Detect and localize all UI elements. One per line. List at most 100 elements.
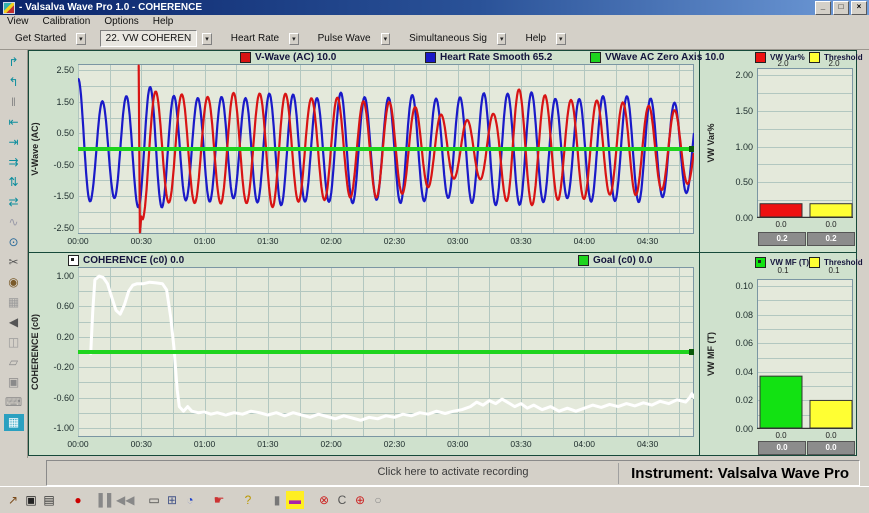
timer-icon[interactable]: ◔ <box>181 491 199 509</box>
window-controls: _□× <box>815 1 867 15</box>
flow-icon[interactable]: ⇉ <box>4 154 24 171</box>
minimize-button[interactable]: _ <box>815 1 831 15</box>
vwave-chart-panel <box>29 51 699 252</box>
hand-pointer-icon[interactable]: ☛ <box>210 491 228 509</box>
vw-var-bar-panel <box>700 51 856 252</box>
valve-left-icon[interactable]: ⇤ <box>4 114 24 131</box>
toolbar-button-22-vw-coheren[interactable]: 22. VW COHEREN ▾ <box>100 30 212 47</box>
legend-label: VW MF (T) <box>770 258 809 267</box>
legend-swatch <box>425 52 436 63</box>
circle-icon[interactable]: ○ <box>369 491 387 509</box>
legend-label: V-Wave (AC) 10.0 <box>255 52 336 63</box>
legend-label: VW Var% <box>770 53 805 62</box>
legend-threshold[interactable]: Threshold <box>809 257 863 268</box>
legend-v-wave-ac[interactable]: V-Wave (AC) 10.0 <box>240 52 336 63</box>
toolbar-button-label: 22. VW COHEREN <box>100 30 198 47</box>
layers-icon[interactable]: ▱ <box>4 354 24 371</box>
app-icon <box>3 2 15 14</box>
toolbar-button-help[interactable]: Help ▾ <box>520 30 565 47</box>
valve-right-icon[interactable]: ⇥ <box>4 134 24 151</box>
menu-item-calibration[interactable]: Calibration <box>36 16 98 27</box>
restore-button[interactable]: □ <box>833 1 849 15</box>
disk-icon[interactable]: ▣ <box>4 374 24 391</box>
menu-bar: ViewCalibrationOptionsHelp <box>0 15 869 28</box>
toolbar-button-heart-rate[interactable]: Heart Rate▾ <box>226 30 299 47</box>
battery-icon[interactable]: ▬ <box>286 491 304 509</box>
legend-coherence-c0[interactable]: COHERENCE (c0) 0.0 <box>68 255 184 266</box>
frames-icon[interactable]: ◫ <box>4 334 24 351</box>
toolbar: Get Started▾22. VW COHEREN▾Heart Rate▾Pu… <box>0 28 869 50</box>
help-icon[interactable]: ? <box>239 491 257 509</box>
menu-item-options[interactable]: Options <box>97 16 145 27</box>
chevron-down-icon[interactable]: ▾ <box>289 33 299 45</box>
coherence-chart-panel <box>29 253 699 455</box>
signal-swap-icon[interactable]: ⇅ <box>4 174 24 191</box>
microphone-icon[interactable]: ▮ <box>268 491 286 509</box>
monitor-icon[interactable]: ▭ <box>145 491 163 509</box>
title-bar: - Valsalva Wave Pro 1.0 - COHERENCE _□× <box>0 0 869 15</box>
save-icon[interactable]: ▣ <box>22 491 40 509</box>
chevron-down-icon[interactable]: ▾ <box>381 33 391 45</box>
rewind-icon[interactable]: ◀◀ <box>116 491 134 509</box>
toolbar-button-get-started[interactable]: Get Started ▾ <box>10 30 86 47</box>
status-bar: Click here to activate recording Instrum… <box>0 458 869 486</box>
speaker-icon[interactable]: ◀ <box>4 314 24 331</box>
charts-area <box>28 50 857 456</box>
toolbar-button-label: Help <box>520 31 551 46</box>
legend-label: Threshold <box>824 53 863 62</box>
legend-swatch <box>590 52 601 63</box>
record-icon[interactable]: ● <box>69 491 87 509</box>
toolbar-button-pulse-wave[interactable]: Pulse Wave ▾ <box>313 30 391 47</box>
wave-icon[interactable]: ∿ <box>4 214 24 231</box>
legend-swatch <box>809 257 820 268</box>
legend-swatch <box>68 255 79 266</box>
legend-swatch <box>578 255 589 266</box>
menu-item-view[interactable]: View <box>0 16 36 27</box>
signal-loop-icon[interactable]: ⇄ <box>4 194 24 211</box>
legend-goal-c0[interactable]: Goal (c0) 0.0 <box>578 255 652 266</box>
grid-icon[interactable]: ▦ <box>4 294 24 311</box>
scissors-icon[interactable]: ✂ <box>4 254 24 271</box>
legend-label: Goal (c0) 0.0 <box>593 255 652 266</box>
chevron-down-icon[interactable]: ▾ <box>497 33 507 45</box>
close-button[interactable]: × <box>851 1 867 15</box>
chevron-down-icon[interactable]: ▾ <box>556 33 566 45</box>
legend-swatch <box>755 52 766 63</box>
legend-swatch <box>240 52 251 63</box>
add-target-icon[interactable]: ⊕ <box>351 491 369 509</box>
legend-vw-mf-t[interactable]: VW MF (T) <box>755 257 809 268</box>
camera-icon[interactable]: ◉ <box>4 274 24 291</box>
legend-swatch <box>755 257 766 268</box>
toolbar-button-label: Get Started <box>10 31 71 46</box>
legend-threshold[interactable]: Threshold <box>809 52 863 63</box>
toolbar-button-label: Pulse Wave <box>313 31 376 46</box>
window-asterisk-icon[interactable]: ⊞ <box>163 491 181 509</box>
window-title: - Valsalva Wave Pro 1.0 - COHERENCE <box>19 2 202 13</box>
print-icon[interactable]: ▤ <box>40 491 58 509</box>
status-strip: Click here to activate recording Instrum… <box>46 460 860 486</box>
pause-icon[interactable]: ▌▌ <box>98 491 116 509</box>
legend-label: COHERENCE (c0) 0.0 <box>83 255 184 266</box>
legend-vw-var[interactable]: VW Var% <box>755 52 805 63</box>
instrument-label: Instrument: Valsalva Wave Pro <box>618 463 853 484</box>
active-panel-icon[interactable]: ▦ <box>4 414 24 431</box>
probe-left-icon[interactable]: ↰ <box>4 74 24 91</box>
launch-arrow-icon[interactable]: ↗ <box>4 491 22 509</box>
chevron-down-icon[interactable]: ▾ <box>76 33 86 45</box>
zoom-icon[interactable]: ⊙ <box>4 234 24 251</box>
pause-marks-icon[interactable]: ‖ <box>4 94 24 111</box>
legend-label: Heart Rate Smooth 65.2 <box>440 52 552 63</box>
chevron-down-icon[interactable]: ▾ <box>202 33 212 45</box>
legend-heart-rate-smooth[interactable]: Heart Rate Smooth 65.2 <box>425 52 552 63</box>
toolbar-button-simultaneous-sig[interactable]: Simultaneous Sig▾ <box>404 30 506 47</box>
menu-item-help[interactable]: Help <box>146 16 181 27</box>
left-sidebar: ↱ ↰ ‖ ⇤ ⇥ ⇉ ⇅ ⇄ ∿ ⊙ ✂ ◉ ▦ ◀ ◫ ▱ ▣ ⌨ ▦ <box>0 50 28 486</box>
cancel-icon[interactable]: ⊗ <box>315 491 333 509</box>
legend-vwave-ac-zero-axis[interactable]: VWave AC Zero Axis 10.0 <box>590 52 725 63</box>
bottom-toolbar: ↗▣▤ ● ▌▌◀◀ ▭⊞◔ ☛? ▮▬ ⊗C⊕○ <box>0 486 869 513</box>
keyboard-icon[interactable]: ⌨ <box>4 394 24 411</box>
probe-right-icon[interactable]: ↱ <box>4 54 24 71</box>
legend-label: Threshold <box>824 258 863 267</box>
vw-mf-bar-panel <box>700 253 856 455</box>
letter-c-icon[interactable]: C <box>333 491 351 509</box>
